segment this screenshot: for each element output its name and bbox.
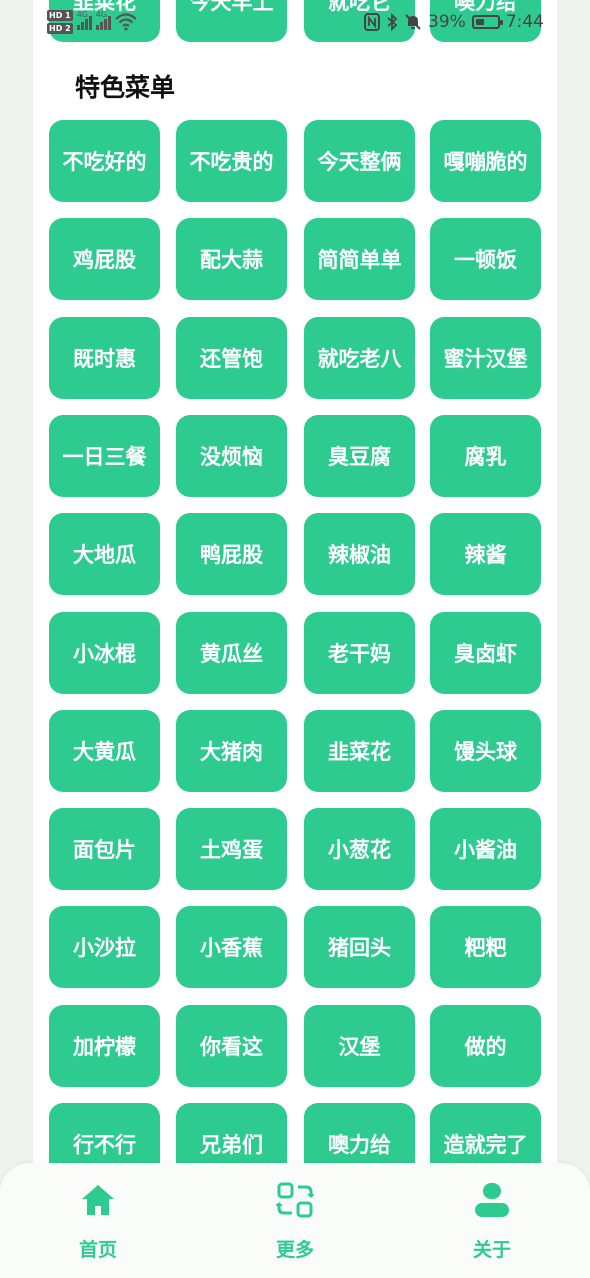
- menu-item[interactable]: 老干妈: [304, 612, 415, 694]
- menu-item[interactable]: 臭豆腐: [304, 415, 415, 497]
- battery-icon: [471, 15, 503, 29]
- menu-item[interactable]: 简简单单: [304, 218, 415, 300]
- menu-item[interactable]: 臭卤虾: [430, 612, 541, 694]
- menu-item[interactable]: 小香蕉: [176, 906, 287, 988]
- swap-grid-icon: [276, 1182, 314, 1218]
- sim2-badge: HD 2: [47, 23, 73, 34]
- menu-item[interactable]: 面包片: [49, 808, 160, 890]
- menu-item[interactable]: 做的: [430, 1005, 541, 1087]
- mute-bell-icon: [405, 14, 421, 30]
- menu-item[interactable]: 小冰棍: [49, 612, 160, 694]
- menu-item[interactable]: 兄弟们: [176, 1103, 287, 1164]
- menu-item[interactable]: 粑粑: [430, 906, 541, 988]
- menu-grid: 不吃好的 不吃贵的 今天整俩 嘎嘣脆的鸡屁股 配大蒜 简简单单 一顿饭既时惠 还管饱 就吃老八蜜…: [49, 120, 541, 1164]
- menu-item[interactable]: 辣椒油: [304, 513, 415, 595]
- sim1-badge: HD 1: [47, 10, 73, 21]
- nav-home[interactable]: 首页: [48, 1181, 148, 1261]
- battery-percent: 39%: [428, 12, 466, 32]
- status-bar: HD 1 HD 2 4G 4G 39% 7:44: [0, 0, 590, 46]
- menu-item[interactable]: 噢力给: [304, 1103, 415, 1164]
- status-right: 39% 7:44: [364, 8, 544, 36]
- menu-item[interactable]: 黄瓜丝: [176, 612, 287, 694]
- nav-home-label: 首页: [78, 1239, 117, 1261]
- menu-item[interactable]: 馒头球: [430, 710, 541, 792]
- menu-item[interactable]: 韭菜花: [304, 710, 415, 792]
- bottom-nav: 首页 更多 关于: [0, 1163, 590, 1278]
- user-icon: [475, 1183, 509, 1217]
- menu-item[interactable]: 鸡屁股: [49, 218, 160, 300]
- nav-about[interactable]: 关于: [442, 1181, 542, 1261]
- nfc-icon: [364, 13, 381, 31]
- menu-item[interactable]: 小沙拉: [49, 906, 160, 988]
- menu-item[interactable]: 既时惠: [49, 317, 160, 399]
- section-title: 特色菜单: [75, 73, 176, 102]
- menu-item[interactable]: 土鸡蛋: [176, 808, 287, 890]
- signal-icon: 4G: [76, 10, 92, 30]
- wifi-icon: [114, 13, 137, 31]
- menu-item[interactable]: 就吃老八: [304, 317, 415, 399]
- nav-more[interactable]: 更多: [245, 1181, 345, 1261]
- sim-badges: HD 1 HD 2: [47, 10, 73, 34]
- nav-about-label: 关于: [472, 1239, 511, 1261]
- menu-item[interactable]: 一日三餐: [49, 415, 160, 497]
- menu-item[interactable]: 配大蒜: [176, 218, 287, 300]
- nav-more-label: 更多: [275, 1239, 314, 1261]
- menu-item[interactable]: 一顿饭: [430, 218, 541, 300]
- signal-icon: 4G: [95, 10, 111, 30]
- bluetooth-icon: [387, 13, 398, 31]
- status-left: HD 1 HD 2 4G 4G: [47, 6, 137, 38]
- menu-item[interactable]: 辣酱: [430, 513, 541, 595]
- menu-item[interactable]: 加柠檬: [49, 1005, 160, 1087]
- menu-item[interactable]: 行不行: [49, 1103, 160, 1164]
- menu-item[interactable]: 汉堡: [304, 1005, 415, 1087]
- home-icon: [82, 1185, 114, 1215]
- menu-item[interactable]: 造就完了: [430, 1103, 541, 1164]
- menu-item[interactable]: 小酱油: [430, 808, 541, 890]
- menu-item[interactable]: 大地瓜: [49, 513, 160, 595]
- menu-item[interactable]: 蜜汁汉堡: [430, 317, 541, 399]
- menu-item[interactable]: 小葱花: [304, 808, 415, 890]
- menu-item[interactable]: 嘎嘣脆的: [430, 120, 541, 202]
- menu-item[interactable]: 今天整俩: [304, 120, 415, 202]
- menu-item[interactable]: 大黄瓜: [49, 710, 160, 792]
- menu-item[interactable]: 猪回头: [304, 906, 415, 988]
- menu-item[interactable]: 你看这: [176, 1005, 287, 1087]
- menu-item[interactable]: 还管饱: [176, 317, 287, 399]
- menu-item[interactable]: 鸭屁股: [176, 513, 287, 595]
- menu-item[interactable]: 不吃贵的: [176, 120, 287, 202]
- menu-item[interactable]: 没烦恼: [176, 415, 287, 497]
- menu-item[interactable]: 腐乳: [430, 415, 541, 497]
- clock: 7:44: [505, 12, 544, 32]
- menu-item[interactable]: 不吃好的: [49, 120, 160, 202]
- menu-item[interactable]: 大猪肉: [176, 710, 287, 792]
